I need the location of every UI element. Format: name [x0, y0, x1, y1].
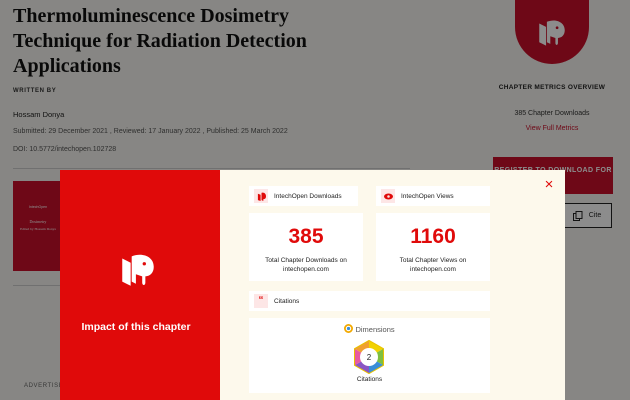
dimensions-label: Dimensions: [355, 325, 395, 334]
quote-icon: “: [254, 294, 268, 308]
elephant-logo-icon: [122, 254, 154, 286]
citations-label: Citations: [356, 376, 383, 383]
impact-panel: Impact of this chapter: [60, 170, 220, 400]
eye-icon: [381, 189, 395, 203]
citation-count: 2: [367, 353, 372, 362]
close-icon[interactable]: ×: [542, 177, 556, 193]
views-header-card: IntechOpen Views: [376, 186, 490, 206]
views-card: 1160 Total Chapter Views on intechopen.c…: [376, 213, 490, 281]
citations-card[interactable]: Dimensions 2 Citations: [249, 318, 490, 393]
citations-header-card: “ Citations: [249, 291, 490, 311]
downloads-card: 385 Total Chapter Downloads on intechope…: [249, 213, 363, 281]
dimensions-logo-icon: [344, 324, 354, 333]
chapter-impact-modal: Impact of this chapter × IntechOpen Down…: [60, 170, 565, 400]
download-icon: [254, 189, 268, 203]
dimensions-badge-icon: 2: [354, 339, 384, 375]
downloads-count: 385: [288, 225, 324, 248]
downloads-header-card: IntechOpen Downloads: [249, 186, 358, 206]
impact-heading: Impact of this chapter: [81, 321, 191, 333]
dimensions-badge: 2: [352, 339, 386, 379]
views-caption: Total Chapter Views on intechopen.com: [399, 257, 467, 273]
views-heading: IntechOpen Views: [401, 192, 454, 200]
downloads-caption: Total Chapter Downloads on intechopen.co…: [265, 257, 347, 273]
downloads-heading: IntechOpen Downloads: [274, 192, 342, 200]
dimensions-logo: Dimensions: [249, 324, 490, 334]
citations-heading: Citations: [274, 297, 300, 305]
views-count: 1160: [410, 225, 456, 248]
